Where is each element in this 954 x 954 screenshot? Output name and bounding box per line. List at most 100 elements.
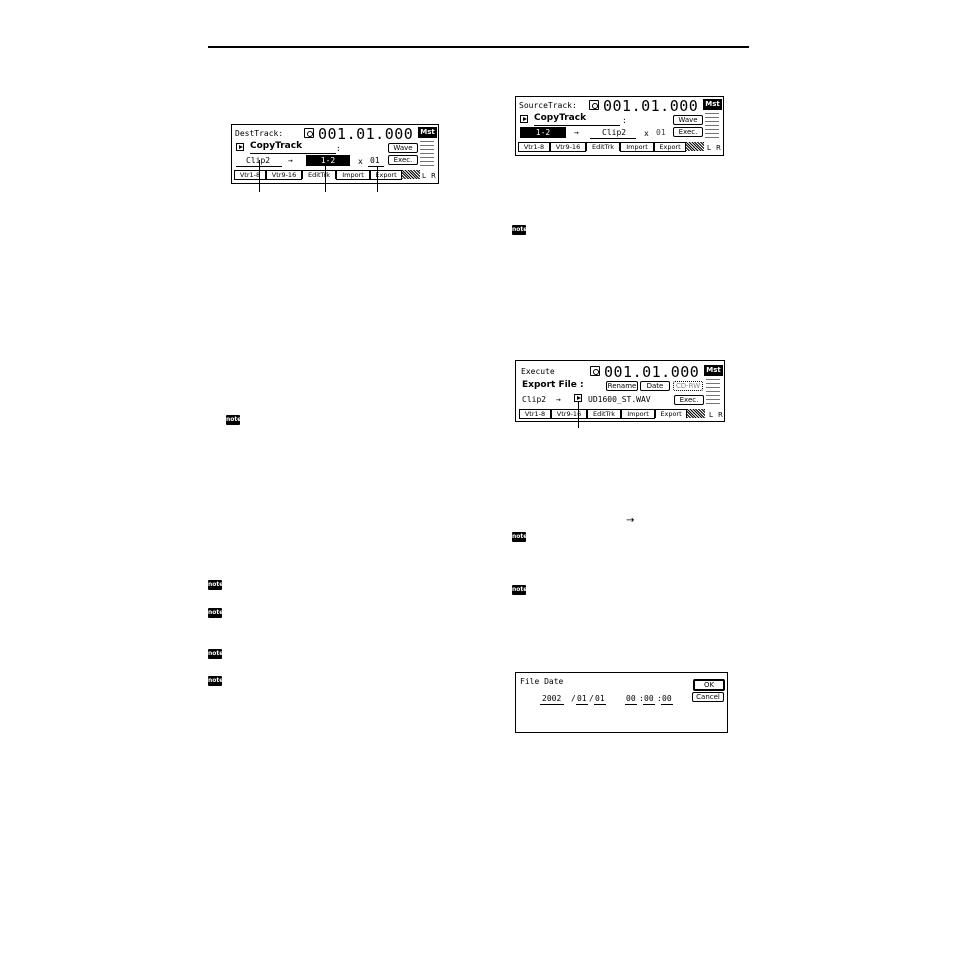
tab-vtr1-8[interactable]: Vtr1-8 [234,170,266,180]
tab-edittrk[interactable]: EditTrk [586,142,620,151]
lcd-export-file: Execute 001.01.000 Mst Export File : Ren… [515,360,725,422]
time-display: 001.01.000 [604,363,700,381]
times-value[interactable]: 01 [370,156,380,165]
cd-rw-button[interactable]: CD-RW [673,381,703,391]
tab-edittrk[interactable]: EditTrk [587,409,621,419]
note-icon: note [512,585,528,595]
play-icon[interactable] [520,115,528,123]
right-channel-label: R [718,411,723,419]
tab-export[interactable]: Export [655,409,687,418]
note-icon: note [208,649,224,659]
function-underline [250,153,336,154]
times-underline [368,166,384,167]
note-icon: note [512,225,528,235]
day-field[interactable]: 01 [595,694,605,703]
tab-hatch [687,409,705,418]
right-channel-label: R [716,144,721,152]
source-track[interactable]: 1-2 [520,127,566,138]
tab-vtr1-8[interactable]: Vtr1-8 [519,409,551,419]
tab-edittrk[interactable]: EditTrk [302,170,336,179]
callout-line-2 [325,160,326,192]
tab-import[interactable]: Import [336,170,370,180]
export-filename: UD1600_ST.WAV [588,395,651,404]
function-colon: : [622,116,627,125]
function-name[interactable]: CopyTrack [534,113,586,123]
note-icon: note [208,580,224,590]
tab-bar: Vtr1-8 Vtr9-16 EditTrk Import Export [234,170,420,180]
day-underline [594,704,606,705]
arrow-symbol: → [626,515,635,526]
right-channel-label: R [431,172,436,180]
exec-button[interactable]: Exec. [674,395,704,405]
tab-vtr9-16[interactable]: Vtr9-16 [266,170,302,180]
date-separator-2: / [589,694,594,703]
wave-button[interactable]: Wave [673,115,703,125]
rename-button[interactable]: Rename [606,381,638,391]
tab-export[interactable]: Export [654,142,686,152]
header-rule [208,46,749,48]
function-name[interactable]: CopyTrack [250,141,302,151]
hour-field[interactable]: 00 [626,694,636,703]
second-underline [661,704,673,705]
month-underline [576,704,588,705]
screen-label: DestTrack: [235,129,284,138]
function-colon: : [336,144,341,153]
note-icon: note [226,415,242,425]
year-underline [540,704,564,705]
left-channel-label: L [709,411,713,419]
date-button[interactable]: Date [640,381,670,391]
lcd-dest-track: DestTrack: 001.01.000 Mst CopyTrack : Wa… [231,124,439,184]
dest-clip[interactable]: Clip2 [602,128,626,137]
wave-button[interactable]: Wave [388,143,418,153]
minute-field[interactable]: 00 [644,694,654,703]
ok-button[interactable]: OK [693,679,725,691]
master-label: Mst [703,99,722,110]
function-name: Export File : [522,380,584,390]
hour-underline [625,704,637,705]
cancel-button[interactable]: Cancel [692,692,724,702]
note-icon: note [208,676,224,686]
copy-arrow: → [574,128,579,137]
master-label: Mst [418,127,437,138]
tab-hatch [402,170,420,179]
dest-underline [590,138,636,139]
locate-icon[interactable] [304,128,314,138]
tab-hatch [686,142,704,151]
left-channel-label: L [707,144,711,152]
source-clip: Clip2 [522,395,547,404]
lcd-file-date: File Date OK Cancel 2002 / 01 / 01 00 : … [515,672,728,733]
tab-import[interactable]: Import [621,409,655,419]
lcd-source-track: SourceTrack: 001.01.000 Mst CopyTrack : … [515,96,724,156]
callout-line-3 [377,166,378,192]
year-field[interactable]: 2002 [542,694,561,703]
export-arrow: → [556,395,561,404]
screen-label: SourceTrack: [519,101,577,110]
tab-export[interactable]: Export [370,170,402,180]
exec-button[interactable]: Exec. [388,155,418,165]
month-field[interactable]: 01 [577,694,587,703]
locate-icon[interactable] [590,366,600,376]
tab-vtr1-8[interactable]: Vtr1-8 [518,142,550,152]
master-label: Mst [704,365,723,376]
times-symbol: x [358,157,363,166]
tab-vtr9-16[interactable]: Vtr9-16 [550,142,586,152]
callout-line-export [578,402,579,428]
tab-bar: Vtr1-8 Vtr9-16 EditTrk Import Export [519,409,705,419]
copy-arrow: → [288,156,293,165]
tab-bar: Vtr1-8 Vtr9-16 EditTrk Import Export [518,142,704,152]
times-value[interactable]: 01 [656,128,666,137]
function-underline [534,125,620,126]
time-display: 001.01.000 [603,97,699,115]
minute-underline [643,704,655,705]
note-icon: note [512,532,528,542]
second-field[interactable]: 00 [662,694,672,703]
play-icon[interactable] [236,143,244,151]
dest-track[interactable]: 1-2 [306,155,350,166]
time-display: 001.01.000 [318,125,414,143]
play-icon[interactable] [574,394,582,402]
tab-vtr9-16[interactable]: Vtr9-16 [551,409,587,419]
tab-import[interactable]: Import [620,142,654,152]
screen-label: Execute [521,367,555,376]
exec-button[interactable]: Exec. [673,127,703,137]
locate-icon[interactable] [589,100,599,110]
